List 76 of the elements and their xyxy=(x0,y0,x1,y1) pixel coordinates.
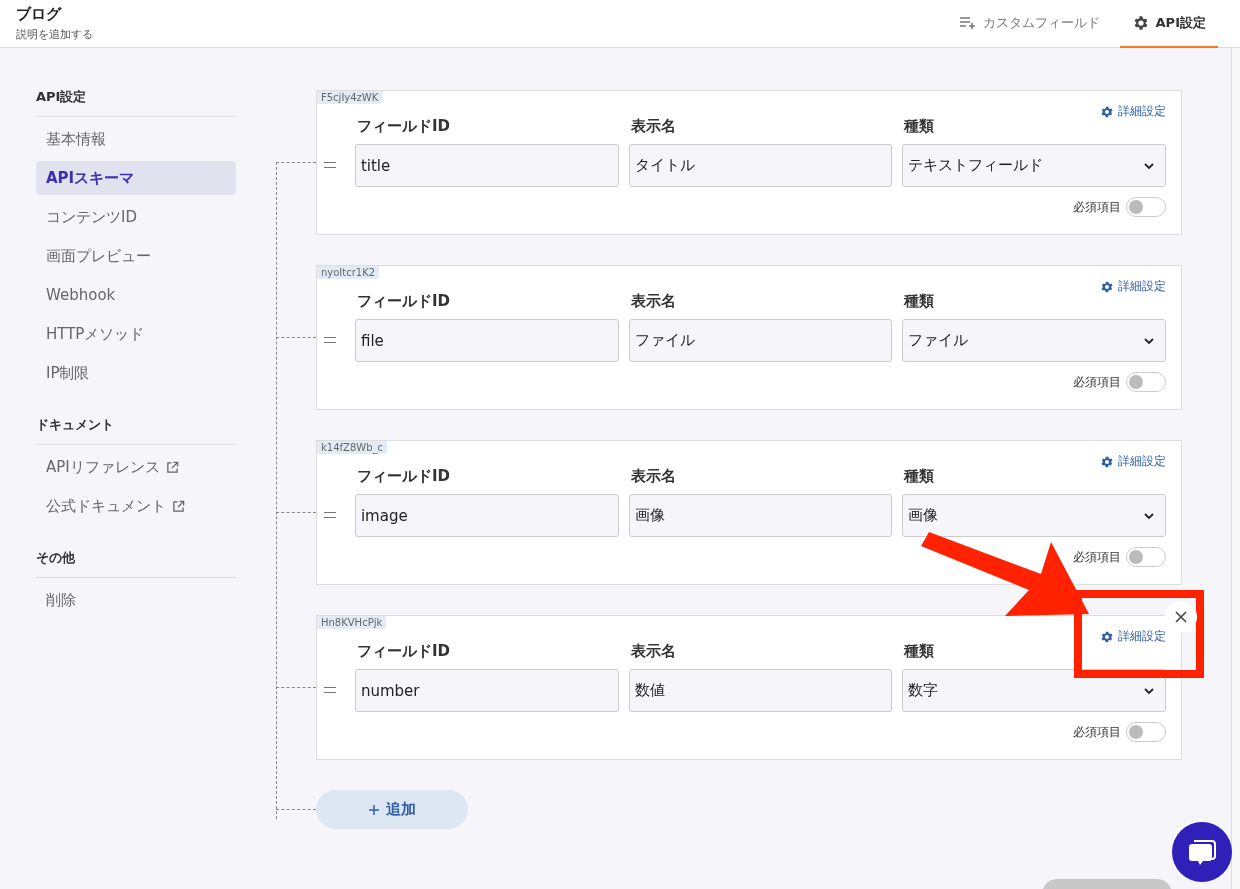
chevron-down-icon xyxy=(1143,161,1155,170)
field-tag: nyoItcr1K2 xyxy=(317,266,380,279)
field-label: フィールドID xyxy=(356,292,451,311)
required-label: 必須項目 xyxy=(1073,723,1121,741)
section-heading: その他 xyxy=(36,549,236,578)
field-label: 表示名 xyxy=(630,642,677,661)
input-field[interactable]: 画像 xyxy=(628,494,893,537)
required-label: 必須項目 xyxy=(1073,373,1121,391)
sidebar-item[interactable]: IP制限 xyxy=(36,356,236,390)
gear-icon xyxy=(1100,279,1114,294)
drag-handle-icon[interactable] xyxy=(324,337,336,343)
sidebar-item[interactable]: コンテンツID xyxy=(36,200,236,234)
plus-icon xyxy=(368,803,380,816)
field-label: 表示名 xyxy=(630,292,677,311)
add-button[interactable]: 追加 xyxy=(316,790,468,829)
detail-settings-link[interactable]: 詳細設定 xyxy=(1100,103,1166,120)
input-field[interactable]: title xyxy=(354,144,619,187)
input-field[interactable]: タイトル xyxy=(628,144,893,187)
type-dropdown[interactable]: 画像 xyxy=(902,494,1166,537)
field-label: 表示名 xyxy=(630,117,677,136)
page-title: ブログ xyxy=(16,5,63,24)
section-heading: API設定 xyxy=(36,88,236,117)
input-field[interactable]: ファイル xyxy=(628,319,893,362)
field-label: 種類 xyxy=(904,642,936,661)
required-toggle[interactable] xyxy=(1126,372,1166,392)
type-dropdown[interactable]: 数字 xyxy=(902,669,1166,712)
gear-icon xyxy=(1100,629,1114,644)
sidebar-item[interactable]: APIリファレンス xyxy=(36,450,236,484)
field-label: フィールドID xyxy=(356,467,451,486)
sidebar-item[interactable]: 基本情報 xyxy=(36,122,236,156)
field-label: 種類 xyxy=(904,292,936,311)
header-tab[interactable]: API設定 xyxy=(1119,0,1218,48)
field-tag: F5cjIy4zWK xyxy=(317,91,383,104)
chevron-down-icon xyxy=(1143,686,1155,695)
gear-icon xyxy=(1100,104,1114,119)
drag-handle-icon[interactable] xyxy=(324,162,336,168)
input-field[interactable]: number xyxy=(354,669,619,712)
input-field[interactable]: 数値 xyxy=(628,669,893,712)
sidebar-item[interactable]: HTTPメソッド xyxy=(36,317,236,351)
input-field[interactable]: file xyxy=(354,319,619,362)
type-dropdown[interactable]: テキストフィールド xyxy=(902,144,1166,187)
sidebar-item[interactable]: 公式ドキュメント xyxy=(36,489,236,523)
drag-handle-icon[interactable] xyxy=(324,512,336,518)
gear-icon xyxy=(1100,454,1114,469)
input-field[interactable]: image xyxy=(354,494,619,537)
close-icon xyxy=(1174,610,1188,624)
detail-settings-link[interactable]: 詳細設定 xyxy=(1100,628,1166,645)
sidebar-item[interactable]: APIスキーマ xyxy=(36,161,236,195)
chat-button[interactable] xyxy=(1172,822,1232,882)
required-toggle[interactable] xyxy=(1126,722,1166,742)
field-label: 種類 xyxy=(904,467,936,486)
required-label: 必須項目 xyxy=(1073,548,1121,566)
section-heading: ドキュメント xyxy=(36,416,236,445)
sidebar-item[interactable]: Webhook xyxy=(36,278,236,312)
detail-settings-link[interactable]: 詳細設定 xyxy=(1100,278,1166,295)
external-link-icon xyxy=(165,460,179,474)
field-label: フィールドID xyxy=(356,642,451,661)
list-add-icon xyxy=(958,16,977,30)
field-tag: Hn8KVHcPjk xyxy=(317,616,387,629)
drag-handle-icon[interactable] xyxy=(324,687,336,693)
required-label: 必須項目 xyxy=(1073,198,1121,216)
detail-settings-link[interactable]: 詳細設定 xyxy=(1100,453,1166,470)
description-link[interactable]: 説明を追加する xyxy=(16,27,93,42)
required-toggle[interactable] xyxy=(1126,547,1166,567)
type-dropdown[interactable]: ファイル xyxy=(902,319,1166,362)
external-link-icon xyxy=(172,499,185,513)
field-label: フィールドID xyxy=(356,117,451,136)
field-label: 種類 xyxy=(904,117,936,136)
chevron-down-icon xyxy=(1143,336,1155,345)
header-tab[interactable]: カスタムフィールド xyxy=(946,0,1112,48)
sidebar-item[interactable]: 画面プレビュー xyxy=(36,239,236,273)
sidebar-item[interactable]: 削除 xyxy=(36,583,236,617)
chevron-down-icon xyxy=(1143,511,1155,520)
field-tag: k14fZ8Wb_c xyxy=(317,441,387,454)
field-label: 表示名 xyxy=(630,467,677,486)
required-toggle[interactable] xyxy=(1126,197,1166,217)
